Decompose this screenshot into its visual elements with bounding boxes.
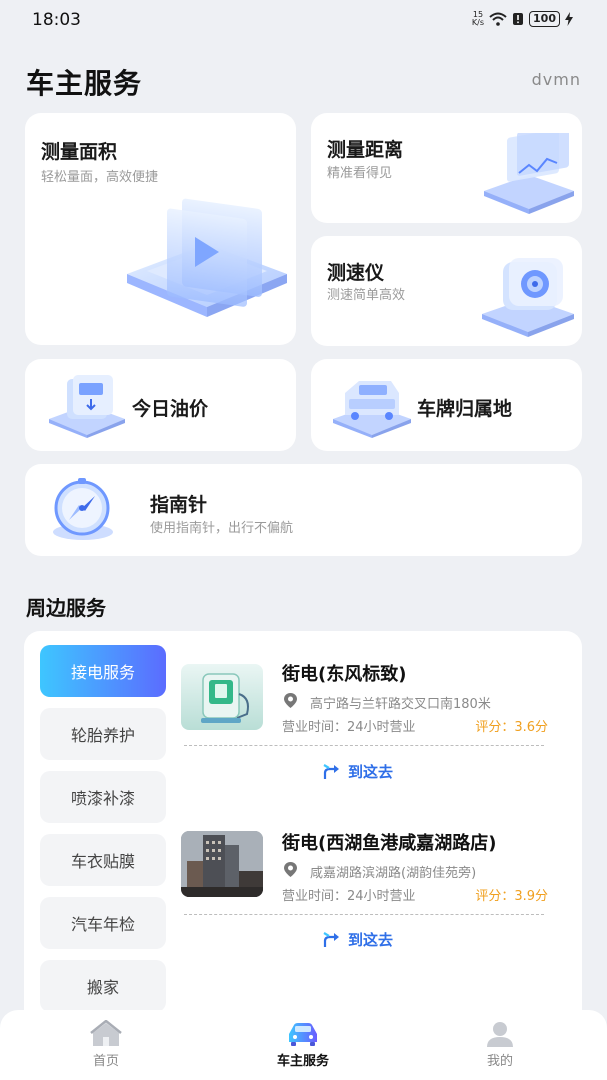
card-title: 测量距离 <box>327 139 404 161</box>
card-subtitle: 测速简单高效 <box>327 288 406 303</box>
nav-home[interactable]: 首页 <box>26 1010 186 1080</box>
measure-area-card[interactable]: 测量面积 轻松量面，高效便捷 <box>25 113 296 345</box>
nav-label: 车主服务 <box>276 1054 329 1069</box>
user-name: dvmn <box>531 70 581 89</box>
card-subtitle: 精准看得见 <box>327 166 393 181</box>
battery-indicator: 100 <box>529 11 560 27</box>
fuel-pump-icon <box>49 375 125 438</box>
nav-label: 我的 <box>486 1054 513 1069</box>
shop-address: 高宁路与兰轩路交叉口南180米 <box>310 697 491 712</box>
card-subtitle: 使用指南针，出行不偏航 <box>150 521 294 536</box>
charging-icon <box>565 12 573 26</box>
building-photo-icon <box>181 831 263 897</box>
area-measure-icon <box>127 198 287 317</box>
bottom-navigation: 首页 车主服务 我的 <box>0 1010 607 1080</box>
category-car-wrap[interactable]: 车衣贴膜 <box>40 834 166 886</box>
compass-icon <box>53 478 113 540</box>
nav-mine[interactable]: 我的 <box>420 1010 580 1080</box>
route-arrow-icon <box>323 763 339 779</box>
network-speed: 15 K/s <box>471 10 485 27</box>
nearby-section-title: 周边服务 <box>26 596 106 620</box>
category-power-service[interactable]: 接电服务 <box>40 645 166 697</box>
shop-name[interactable]: 街电(西湖鱼港咸嘉湖路店) <box>282 829 496 855</box>
category-tire-care[interactable]: 轮胎养护 <box>40 708 166 760</box>
location-pin-icon <box>284 693 297 708</box>
speedometer-icon <box>482 258 574 337</box>
wifi-icon <box>489 12 507 26</box>
car-icon <box>289 1023 317 1046</box>
category-annual-inspection[interactable]: 汽车年检 <box>40 897 166 949</box>
card-title: 指南针 <box>150 494 208 516</box>
distance-measure-icon <box>484 133 574 214</box>
card-title: 今日油价 <box>132 398 209 420</box>
shop-address: 咸嘉湖路滨湖路(湖韵佳苑旁) <box>310 866 477 881</box>
category-paint[interactable]: 喷漆补漆 <box>40 771 166 823</box>
divider <box>184 914 544 915</box>
charging-station-icon <box>201 673 249 723</box>
measure-distance-card[interactable]: 测量距离 精准看得见 <box>311 113 582 223</box>
nav-label: 首页 <box>92 1054 119 1069</box>
plate-location-card[interactable]: 车牌归属地 <box>311 359 582 451</box>
nav-car-service[interactable]: 车主服务 <box>223 1010 383 1080</box>
home-icon <box>90 1020 122 1046</box>
shop-name[interactable]: 街电(东风标致) <box>282 660 406 686</box>
navigate-button[interactable]: 到这去 <box>322 929 393 950</box>
nearby-services-panel: 接电服务 轮胎养护 喷漆补漆 车衣贴膜 汽车年检 搬家 街电(东风标致) 高宁路… <box>24 631 582 1031</box>
navigate-button[interactable]: 到这去 <box>322 761 393 782</box>
shop-thumbnail[interactable] <box>181 831 263 897</box>
shop-rating: 评分：3.6分 <box>475 720 548 735</box>
status-icons: 15 K/s 100 <box>472 11 573 27</box>
location-pin-icon <box>284 862 297 877</box>
user-icon <box>487 1022 513 1047</box>
card-title: 测量面积 <box>41 141 118 163</box>
shop-hours: 营业时间：24小时营业 <box>282 720 416 735</box>
compass-card[interactable]: 指南针 使用指南针，出行不偏航 <box>25 464 582 556</box>
status-time: 18:03 <box>32 10 81 30</box>
status-bar: 18:03 15 K/s 100 <box>0 0 607 40</box>
route-arrow-icon <box>323 931 339 947</box>
shop-rating: 评分：3.9分 <box>475 889 548 904</box>
speedometer-card[interactable]: 测速仪 测速简单高效 <box>311 236 582 346</box>
category-moving[interactable]: 搬家 <box>40 960 166 1012</box>
card-title: 车牌归属地 <box>417 398 513 420</box>
shop-thumbnail[interactable] <box>181 664 263 730</box>
truck-icon <box>333 381 411 438</box>
card-title: 测速仪 <box>327 262 385 284</box>
page-title: 车主服务 <box>26 67 143 100</box>
alert-icon <box>513 13 524 25</box>
oil-price-card[interactable]: 今日油价 <box>25 359 296 451</box>
shop-hours: 营业时间：24小时营业 <box>282 889 416 904</box>
divider <box>184 745 544 746</box>
